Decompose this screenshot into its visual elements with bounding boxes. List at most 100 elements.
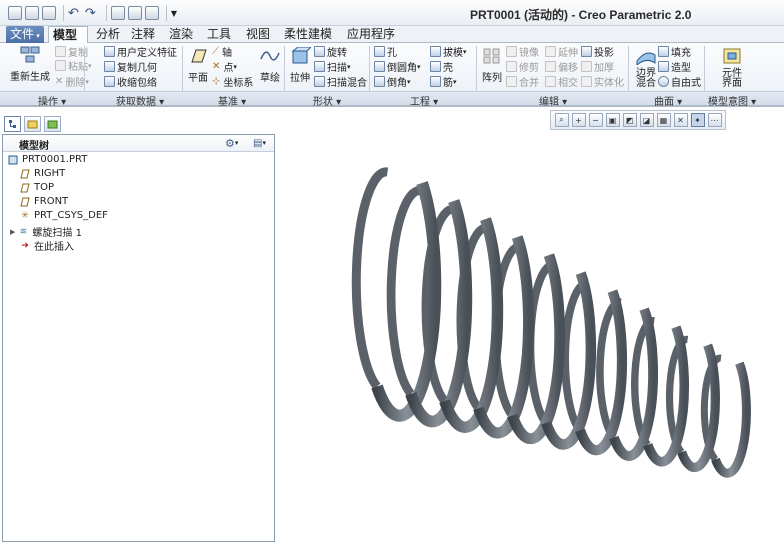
component-interface-button[interactable]: 元件界面 — [718, 46, 746, 89]
chamfer-button[interactable]: 倒角 ▾ — [374, 74, 411, 89]
boundary-blend-button[interactable]: 边界混合 — [632, 46, 660, 89]
zoom-in-icon[interactable]: + — [571, 113, 586, 127]
axis-button[interactable]: ⟋ 轴 — [212, 44, 232, 59]
tab-annotate[interactable]: 注释 — [127, 26, 159, 43]
tab-view[interactable]: 视图 — [242, 26, 274, 43]
group-label: 工程 — [410, 97, 430, 108]
udf-button[interactable]: 用户定义特征 — [104, 44, 177, 59]
tree-node-helical-sweep[interactable]: ▶ ≋ 螺旋扫描 1 — [10, 224, 82, 240]
csys-button[interactable]: ⊹ 坐标系 — [212, 74, 253, 89]
thicken-button[interactable]: 加厚 — [581, 59, 614, 74]
save-icon[interactable] — [42, 6, 56, 20]
pattern-button[interactable]: 阵列 — [480, 46, 504, 84]
show-button[interactable]: ▤ ▾ — [253, 137, 266, 149]
favorites-tab-icon[interactable] — [44, 116, 61, 132]
tab-file[interactable]: 文件 ▾ — [6, 26, 44, 43]
tree-node-top[interactable]: TOP — [20, 182, 54, 193]
group-surfaces[interactable]: 曲面 ▾ — [654, 93, 682, 108]
rib-button[interactable]: 筋 ▾ — [430, 74, 457, 89]
spin-center-icon[interactable]: ✦ — [690, 113, 705, 127]
group-get-data[interactable]: 获取数据 ▾ — [116, 93, 164, 108]
project-button[interactable]: 投影 — [581, 44, 614, 59]
window-icon[interactable] — [127, 6, 142, 20]
tree-node-front[interactable]: FRONT — [20, 196, 68, 207]
refit-icon[interactable]: ⌕ — [554, 113, 569, 127]
group-shapes[interactable]: 形状 ▾ — [313, 93, 341, 108]
regenerate-button[interactable]: 重新生成 — [10, 45, 50, 83]
undo-icon[interactable]: ↶ — [68, 6, 79, 21]
model-tree-title: 模型树 — [19, 141, 49, 152]
part-icon — [8, 155, 18, 165]
datum-display-icon[interactable]: ✕ — [673, 113, 688, 127]
group-datum[interactable]: 基准 ▾ — [218, 93, 246, 108]
tree-node-right[interactable]: RIGHT — [20, 168, 65, 179]
group-model-intent[interactable]: 模型意图 ▾ — [708, 93, 756, 108]
round-button[interactable]: 倒圆角 ▾ — [374, 59, 421, 74]
extrude-button[interactable]: 拉伸 — [288, 46, 312, 84]
freestyle-label: 自由式 — [671, 78, 701, 89]
annotation-display-icon[interactable]: ⋯ — [707, 113, 722, 127]
graphics-area[interactable] — [277, 134, 784, 542]
close-window-icon[interactable] — [144, 6, 159, 20]
offset-button[interactable]: 偏移 — [545, 59, 578, 74]
paste-button[interactable]: 粘贴 ▾ — [55, 58, 92, 73]
group-operations[interactable]: 操作 ▾ — [38, 93, 66, 108]
helical-sweep-icon: ≋ — [19, 226, 28, 237]
solidify-button[interactable]: 实体化 — [581, 74, 624, 89]
display-style-icon[interactable]: ▦ — [656, 113, 671, 127]
tab-analysis[interactable]: 分析 — [92, 26, 124, 43]
tab-tools[interactable]: 工具 — [203, 26, 235, 43]
intersect-button[interactable]: 相交 — [545, 74, 578, 89]
tab-flexible-modeling[interactable]: 柔性建模 — [280, 26, 336, 43]
component-interface-icon — [720, 46, 744, 66]
hole-button[interactable]: 孔 — [374, 44, 397, 59]
style-button[interactable]: 造型 — [658, 59, 691, 74]
zoom-out-icon[interactable]: − — [588, 113, 603, 127]
folder-browser-tab-icon[interactable] — [24, 116, 41, 132]
group-editing[interactable]: 编辑 ▾ — [539, 93, 567, 108]
tab-render[interactable]: 渲染 — [165, 26, 197, 43]
freestyle-button[interactable]: 自由式 — [658, 74, 701, 89]
expand-icon[interactable]: ▶ — [10, 228, 15, 236]
repaint-icon[interactable]: ▣ — [605, 113, 620, 127]
trim-button[interactable]: 修剪 — [506, 59, 539, 74]
regenerate-icon[interactable] — [110, 6, 125, 20]
sweep-button[interactable]: 扫描 ▾ — [314, 59, 351, 74]
fill-button[interactable]: 填充 — [658, 44, 691, 59]
regenerate-label: 重新生成 — [10, 72, 50, 83]
tab-model[interactable]: 模型 — [48, 26, 88, 43]
tree-node-csys[interactable]: ✳ PRT_CSYS_DEF — [20, 210, 108, 221]
tab-applications[interactable]: 应用程序 — [343, 26, 399, 43]
customize-icon[interactable]: ▼ — [171, 9, 177, 18]
model-tree-tab-icon[interactable] — [4, 116, 21, 132]
swept-blend-button[interactable]: 扫描混合 — [314, 74, 367, 89]
settings-button[interactable]: ⚙ ▾ — [225, 137, 238, 150]
new-icon[interactable] — [8, 6, 22, 20]
sketch-button[interactable]: 草绘 — [258, 46, 282, 84]
saved-views-icon[interactable]: ◪ — [639, 113, 654, 127]
shrinkwrap-button[interactable]: 收缩包络 — [104, 74, 157, 89]
regenerate-icon — [18, 45, 42, 65]
group-engineering[interactable]: 工程 ▾ — [410, 93, 438, 108]
shell-button[interactable]: 壳 — [430, 59, 453, 74]
point-button[interactable]: ✕ 点 ▾ — [212, 59, 237, 74]
tree-node-label: RIGHT — [34, 168, 66, 179]
round-icon — [374, 61, 385, 72]
copy-geometry-button[interactable]: 复制几何 — [104, 59, 157, 74]
mirror-button[interactable]: 镜像 — [506, 44, 539, 59]
plane-button[interactable]: 平面 — [186, 46, 210, 84]
ribbon-tabs: 文件 ▾ 模型 分析 注释 渲染 工具 视图 柔性建模 应用程序 — [0, 26, 784, 43]
solidify-icon — [581, 76, 592, 87]
redo-icon[interactable]: ↷ — [85, 6, 96, 21]
tree-node-part[interactable]: PRT0001.PRT — [8, 154, 87, 165]
draft-button[interactable]: 拔模 ▾ — [430, 44, 467, 59]
helical-spring-model[interactable] — [277, 134, 784, 542]
tree-node-insert-here[interactable]: ➜ 在此插入 — [20, 238, 74, 254]
extend-button[interactable]: 延伸 — [545, 44, 578, 59]
view-orientation-icon[interactable]: ◩ — [622, 113, 637, 127]
merge-button[interactable]: 合并 — [506, 74, 539, 89]
model-tree-panel: 模型树 ⚙ ▾ ▤ ▾ PRT0001.PRT RIGHT TOP FRONT … — [2, 134, 275, 542]
open-icon[interactable] — [25, 6, 39, 20]
revolve-button[interactable]: 旋转 — [314, 44, 347, 59]
spring-coil-front — [711, 361, 751, 478]
